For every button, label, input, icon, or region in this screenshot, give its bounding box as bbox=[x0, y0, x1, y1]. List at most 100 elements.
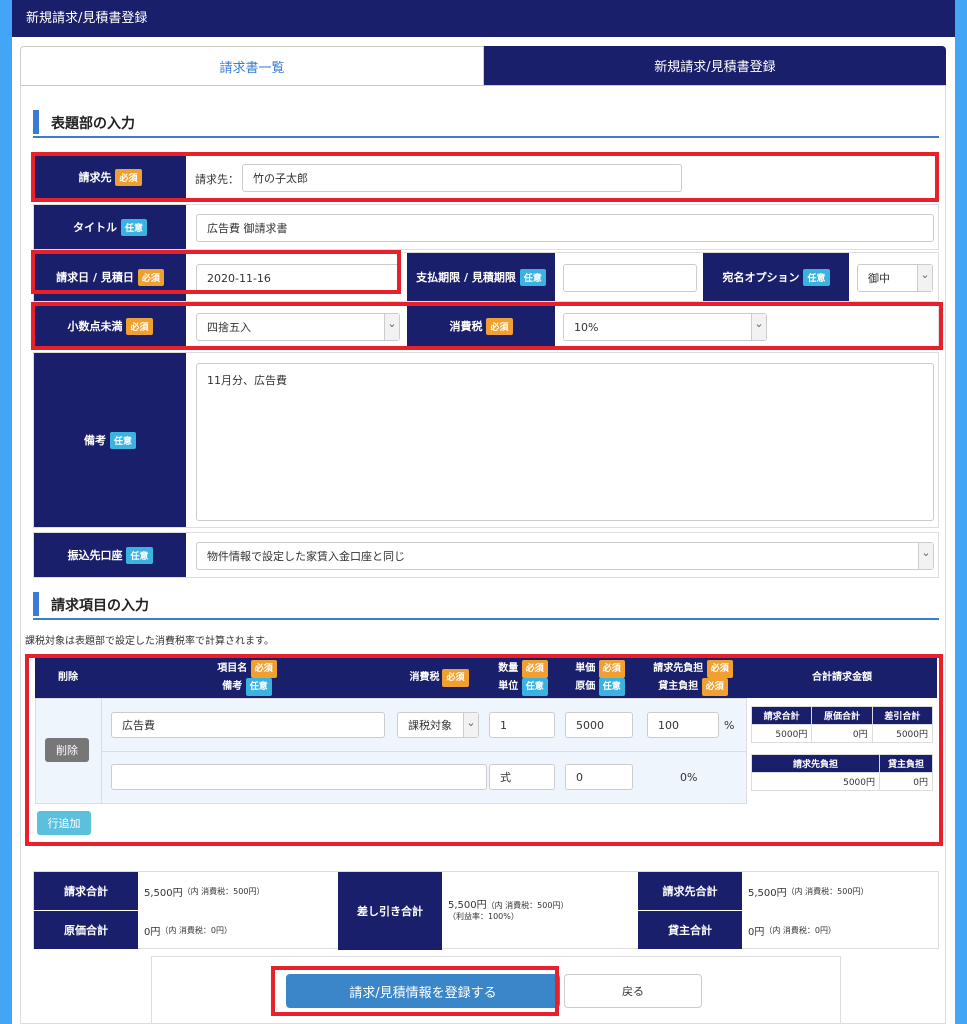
col-price: 単価 必須 原価 任意 bbox=[561, 658, 639, 698]
diff-total-value: 5,500円（内 消費税：500円） （利益率：100%） bbox=[448, 896, 568, 922]
tax-note: （内 消費税：500円） bbox=[182, 886, 265, 896]
client-total-label: 請求先合計 bbox=[638, 872, 742, 910]
col-tax: 消費税 必須 bbox=[393, 658, 485, 698]
title-row: タイトル 任意 広告費 御請求書 bbox=[33, 204, 939, 250]
billing-total-value: 5,500円 （内 消費税：500円） bbox=[144, 872, 264, 910]
optional-badge: 任意 bbox=[598, 678, 625, 696]
tax-note: （内 消費税：0円） bbox=[160, 925, 233, 935]
header-line: 請求先負担 必須 bbox=[653, 660, 733, 678]
top-bar: 新規請求/見積書登録 bbox=[12, 0, 955, 37]
payment-due-input[interactable] bbox=[563, 264, 697, 292]
owner-total-label: 貸主合計 bbox=[638, 911, 742, 949]
required-badge: 必須 bbox=[598, 660, 625, 678]
item-remark-input[interactable] bbox=[111, 764, 487, 790]
cost-total-label: 原価合計 bbox=[34, 911, 138, 949]
addressee-select[interactable]: 御中 bbox=[857, 264, 933, 292]
header-line: 備考 任意 bbox=[222, 678, 272, 696]
header-section-title: 表題部の入力 bbox=[33, 104, 939, 138]
header-text: 単位 bbox=[498, 681, 519, 692]
client-total-value: 5,500円 （内 消費税：500円） bbox=[748, 872, 868, 910]
amount: 5,500円 bbox=[144, 887, 183, 899]
header-line: 単価 必須 bbox=[575, 660, 625, 678]
amount: 5,500円 bbox=[748, 887, 787, 899]
payment-due-label: 支払期限 / 見積期限 任意 bbox=[407, 253, 555, 301]
section-marker bbox=[33, 592, 39, 616]
diff-line: 5,500円（内 消費税：500円） bbox=[448, 896, 568, 911]
header-text: 項目名 bbox=[217, 663, 248, 674]
decimal-label: 小数点未満 必須 bbox=[34, 305, 186, 347]
percent-sign: % bbox=[724, 719, 735, 732]
tax-select[interactable]: 10% bbox=[563, 313, 767, 341]
label-text: 備考 bbox=[83, 434, 106, 447]
required-badge: 必須 bbox=[442, 669, 469, 687]
tax-note: （内 消費税：500円） bbox=[786, 886, 869, 896]
unit-input[interactable]: 式 bbox=[489, 764, 555, 790]
tab-invoice-list[interactable]: 請求書一覧 bbox=[20, 46, 484, 85]
mini-header: 原価合計 bbox=[811, 706, 873, 725]
qty-input[interactable]: 1 bbox=[489, 712, 555, 738]
label-text: タイトル bbox=[72, 221, 117, 234]
submit-button[interactable]: 請求/見積情報を登録する bbox=[286, 974, 560, 1008]
row-total-table: 請求合計 原価合計 差引合計 5000円 0円 5000円 bbox=[750, 706, 934, 743]
items-section-title: 請求項目の入力 bbox=[33, 586, 939, 620]
section-marker bbox=[33, 110, 39, 134]
mini-row: 請求合計 原価合計 差引合計 bbox=[750, 706, 934, 725]
cost-input[interactable]: 0 bbox=[565, 764, 633, 790]
header-line: 原価 任意 bbox=[575, 678, 625, 696]
notes-label: 備考 任意 bbox=[34, 353, 186, 527]
owner-total-value: 0円 （内 消費税：0円） bbox=[748, 911, 836, 949]
header-text: 消費税 bbox=[409, 672, 440, 683]
label-text: 振込先口座 bbox=[67, 549, 123, 562]
mini-value: 0円 bbox=[879, 772, 933, 791]
billing-to-row: 請求先 必須 請求先： 竹の子太郎 bbox=[33, 154, 939, 200]
header-line: 数量 必須 bbox=[498, 660, 548, 678]
required-badge: 必須 bbox=[521, 660, 548, 678]
tax-note: （内 消費税：0円） bbox=[764, 925, 837, 935]
required-badge: 必須 bbox=[486, 317, 513, 335]
client-share-input[interactable]: 100 bbox=[647, 712, 719, 738]
billing-date-input[interactable]: 2020-11-16 bbox=[196, 264, 400, 292]
add-row-button[interactable]: 行追加 bbox=[37, 811, 91, 835]
items-table: 削除 項目名 必須 備考 任意 消費税 必須 数量 必須 単位 任意 単価 必須 … bbox=[35, 658, 937, 842]
notes-textarea[interactable]: 11月分、広告費 bbox=[196, 363, 934, 521]
billing-to-prefix: 請求先： bbox=[195, 173, 239, 186]
optional-badge: 任意 bbox=[803, 268, 830, 286]
billing-to-input[interactable]: 竹の子太郎 bbox=[242, 164, 682, 192]
required-badge: 必須 bbox=[115, 168, 142, 186]
decimal-select[interactable]: 四捨五入 bbox=[196, 313, 400, 341]
bank-account-select[interactable]: 物件情報で設定した家賃入金口座と同じ bbox=[196, 542, 934, 570]
amount: 0円 bbox=[748, 926, 765, 938]
owner-share-value: 0% bbox=[680, 771, 698, 784]
mini-header: 請求合計 bbox=[750, 706, 813, 725]
title-input[interactable]: 広告費 御請求書 bbox=[196, 214, 934, 242]
header-text: 単価 bbox=[575, 663, 596, 674]
header-text: 請求先負担 bbox=[653, 663, 704, 674]
rounding-row: 小数点未満 必須 四捨五入 消費税 必須 10% bbox=[33, 304, 939, 348]
label-text: 消費税 bbox=[449, 320, 483, 333]
price-input[interactable]: 5000 bbox=[565, 712, 633, 738]
col-qty: 数量 必須 単位 任意 bbox=[485, 658, 561, 698]
back-button[interactable]: 戻る bbox=[564, 974, 702, 1008]
header-text: 数量 bbox=[498, 663, 519, 674]
billing-date-label: 請求日 / 見積日 必須 bbox=[34, 253, 186, 301]
optional-badge: 任意 bbox=[126, 546, 153, 564]
cost-total-value: 0円 （内 消費税：0円） bbox=[144, 911, 232, 949]
delete-row-button[interactable]: 削除 bbox=[45, 738, 89, 762]
mini-value: 5000円 bbox=[871, 724, 934, 743]
tab-new-invoice[interactable]: 新規請求/見積書登録 bbox=[484, 46, 946, 85]
mini-row: 請求先負担 貸主負担 bbox=[751, 754, 933, 773]
header-line: 単位 任意 bbox=[498, 678, 548, 696]
bank-account-label: 振込先口座 任意 bbox=[34, 533, 186, 577]
section-title-text: 請求項目の入力 bbox=[51, 598, 149, 614]
items-note: 課税対象は表題部で設定した消費税率で計算されます。 bbox=[25, 636, 274, 647]
mini-value: 5000円 bbox=[751, 772, 880, 791]
required-badge: 必須 bbox=[250, 660, 277, 678]
col-share: 請求先負担 必須 貸主負担 必須 bbox=[639, 658, 747, 698]
margin-note: （利益率：100%） bbox=[448, 912, 519, 921]
item-name-input[interactable]: 広告費 bbox=[111, 712, 385, 738]
app-frame: 新規請求/見積書登録 請求書一覧 新規請求/見積書登録 表題部の入力 請求先 必… bbox=[12, 0, 955, 1024]
billing-total-label: 請求合計 bbox=[34, 872, 138, 910]
actions-panel: 請求/見積情報を登録する 戻る bbox=[151, 956, 841, 1024]
item-tax-select[interactable]: 課税対象 bbox=[397, 712, 479, 738]
label-text: 支払期限 / 見積期限 bbox=[416, 271, 516, 284]
